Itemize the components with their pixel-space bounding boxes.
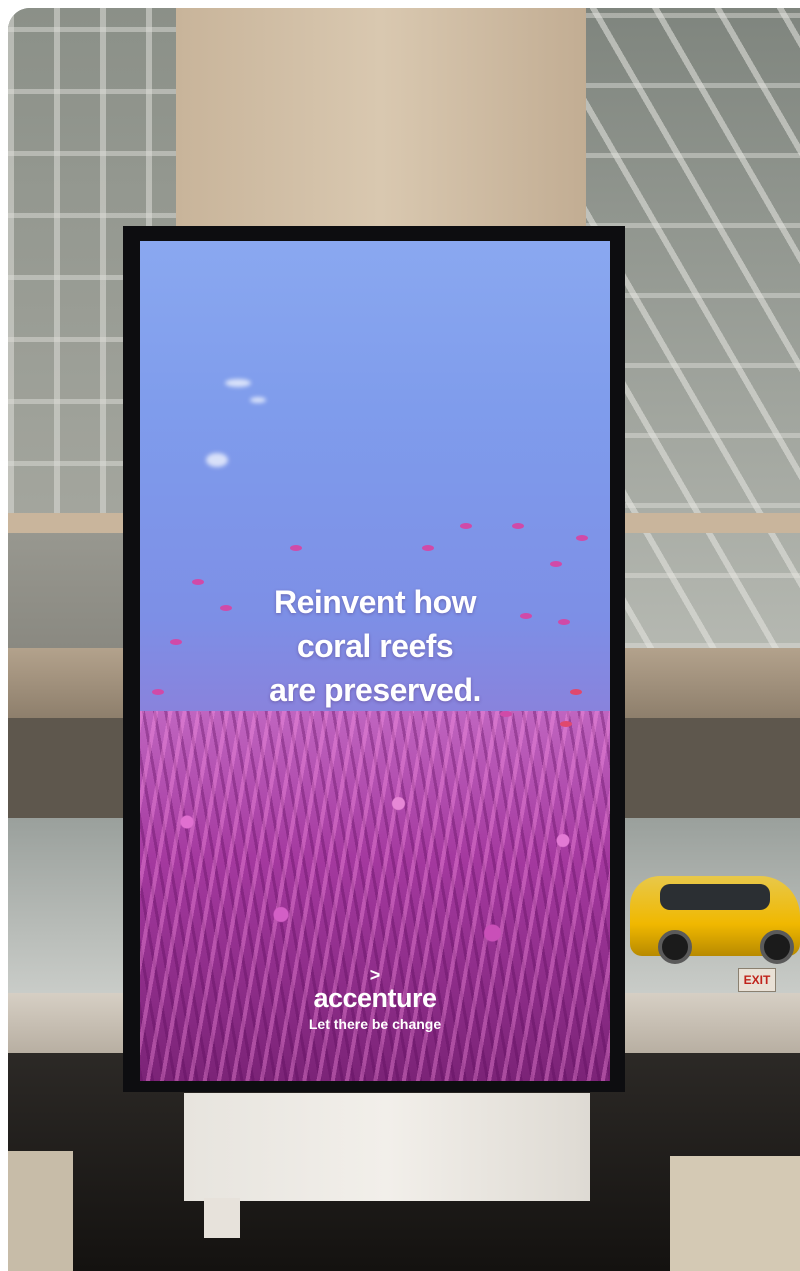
- headline-line-3: are preserved.: [269, 672, 481, 708]
- fish: [576, 535, 588, 541]
- pedestal-foot: [204, 1198, 240, 1238]
- taxi-window: [660, 884, 770, 910]
- floor-tile-right: [670, 1156, 800, 1271]
- fish: [290, 545, 302, 551]
- light-reflection: [225, 379, 251, 387]
- brand-block: > accenture Let there be change: [140, 965, 610, 1034]
- ad-headline: Reinvent how coral reefs are preserved.: [140, 580, 610, 712]
- brand-tagline: Let there be change: [308, 1016, 442, 1032]
- light-reflection: [250, 397, 266, 403]
- headline-line-1: Reinvent how: [273, 584, 477, 620]
- display-pedestal: [184, 1093, 590, 1201]
- brand-name: accenture: [313, 983, 437, 1013]
- taxi-wheel-rear: [760, 930, 794, 964]
- fish: [460, 523, 472, 529]
- light-reflection: [206, 453, 228, 467]
- wall-column: [176, 8, 586, 248]
- accenture-logo-mark: >: [369, 965, 381, 985]
- taxi-wheel-front: [658, 930, 692, 964]
- fish: [512, 523, 524, 529]
- headline-line-2: coral reefs: [296, 628, 454, 664]
- floor-tile-left: [8, 1151, 73, 1271]
- fish: [560, 721, 572, 727]
- fish: [550, 561, 562, 567]
- exit-sign: EXIT: [738, 968, 776, 992]
- fish: [422, 545, 434, 551]
